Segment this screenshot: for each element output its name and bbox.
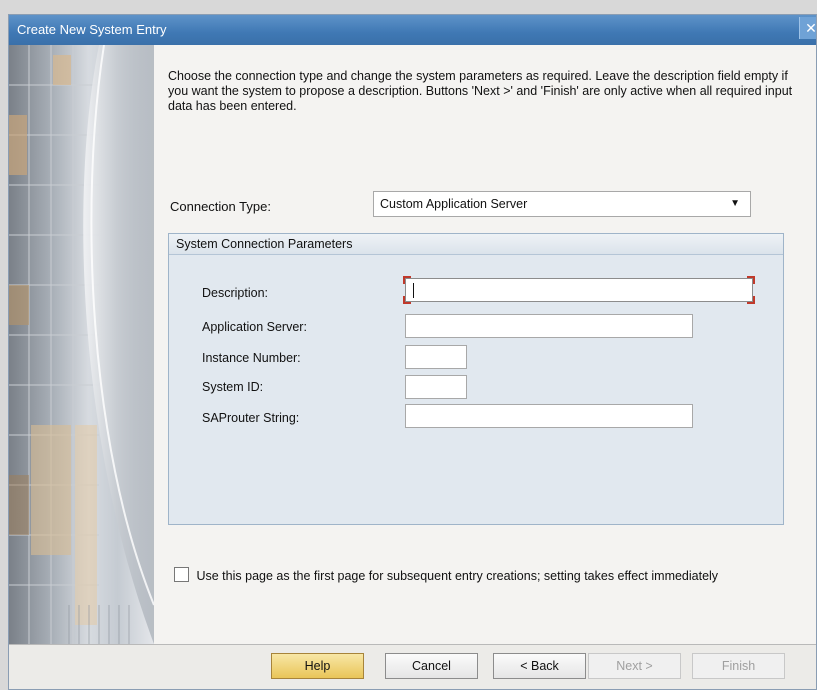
- system-id-field[interactable]: [405, 375, 467, 399]
- back-button-label: < Back: [520, 659, 559, 673]
- description-field[interactable]: [403, 276, 755, 304]
- connection-type-value: Custom Application Server: [380, 197, 528, 211]
- create-system-entry-dialog: Create New System Entry ✕ Choose the con…: [8, 14, 817, 690]
- help-button-label: Help: [304, 659, 331, 673]
- cancel-button-label: Cancel: [412, 659, 451, 673]
- intro-text: Choose the connection type and change th…: [168, 69, 793, 113]
- cancel-button[interactable]: Cancel: [385, 653, 478, 679]
- close-icon[interactable]: ✕: [799, 17, 816, 39]
- saprouter-string-label: SAProuter String:: [202, 411, 300, 425]
- building-illustration-icon: [9, 45, 154, 644]
- window-title: Create New System Entry: [17, 22, 167, 37]
- title-bar: Create New System Entry ✕: [9, 15, 816, 45]
- focus-corner: [747, 276, 755, 284]
- description-label: Description:: [202, 286, 268, 300]
- chevron-down-icon[interactable]: ▼: [730, 192, 740, 216]
- first-page-option[interactable]: Use this page as the first page for subs…: [174, 567, 718, 583]
- application-server-field[interactable]: [405, 314, 693, 338]
- dialog-content: Choose the connection type and change th…: [154, 45, 816, 644]
- finish-button[interactable]: Finish: [692, 653, 785, 679]
- next-button[interactable]: Next >: [588, 653, 681, 679]
- group-title: System Connection Parameters: [169, 234, 783, 255]
- system-connection-parameters-group: System Connection Parameters Description…: [168, 233, 784, 525]
- first-page-option-label: Use this page as the first page for subs…: [196, 569, 719, 583]
- dialog-footer: Help Cancel < Back Next > Finish: [9, 644, 816, 689]
- focus-corner: [747, 296, 755, 304]
- connection-type-select[interactable]: Custom Application Server ▼: [373, 191, 751, 217]
- sidebar-decorative-image: [9, 45, 154, 644]
- first-page-checkbox[interactable]: [174, 567, 189, 582]
- saprouter-string-field[interactable]: [405, 404, 693, 428]
- instance-number-field[interactable]: [405, 345, 467, 369]
- back-button[interactable]: < Back: [493, 653, 586, 679]
- focus-corner: [403, 276, 411, 284]
- connection-type-label: Connection Type:: [170, 199, 271, 214]
- focus-corner: [403, 296, 411, 304]
- help-button[interactable]: Help: [271, 653, 364, 679]
- system-id-label: System ID:: [202, 380, 264, 394]
- next-button-label: Next >: [616, 659, 653, 673]
- text-caret: [413, 283, 414, 298]
- finish-button-label: Finish: [721, 659, 756, 673]
- instance-number-label: Instance Number:: [202, 351, 301, 365]
- application-server-label: Application Server:: [202, 320, 307, 334]
